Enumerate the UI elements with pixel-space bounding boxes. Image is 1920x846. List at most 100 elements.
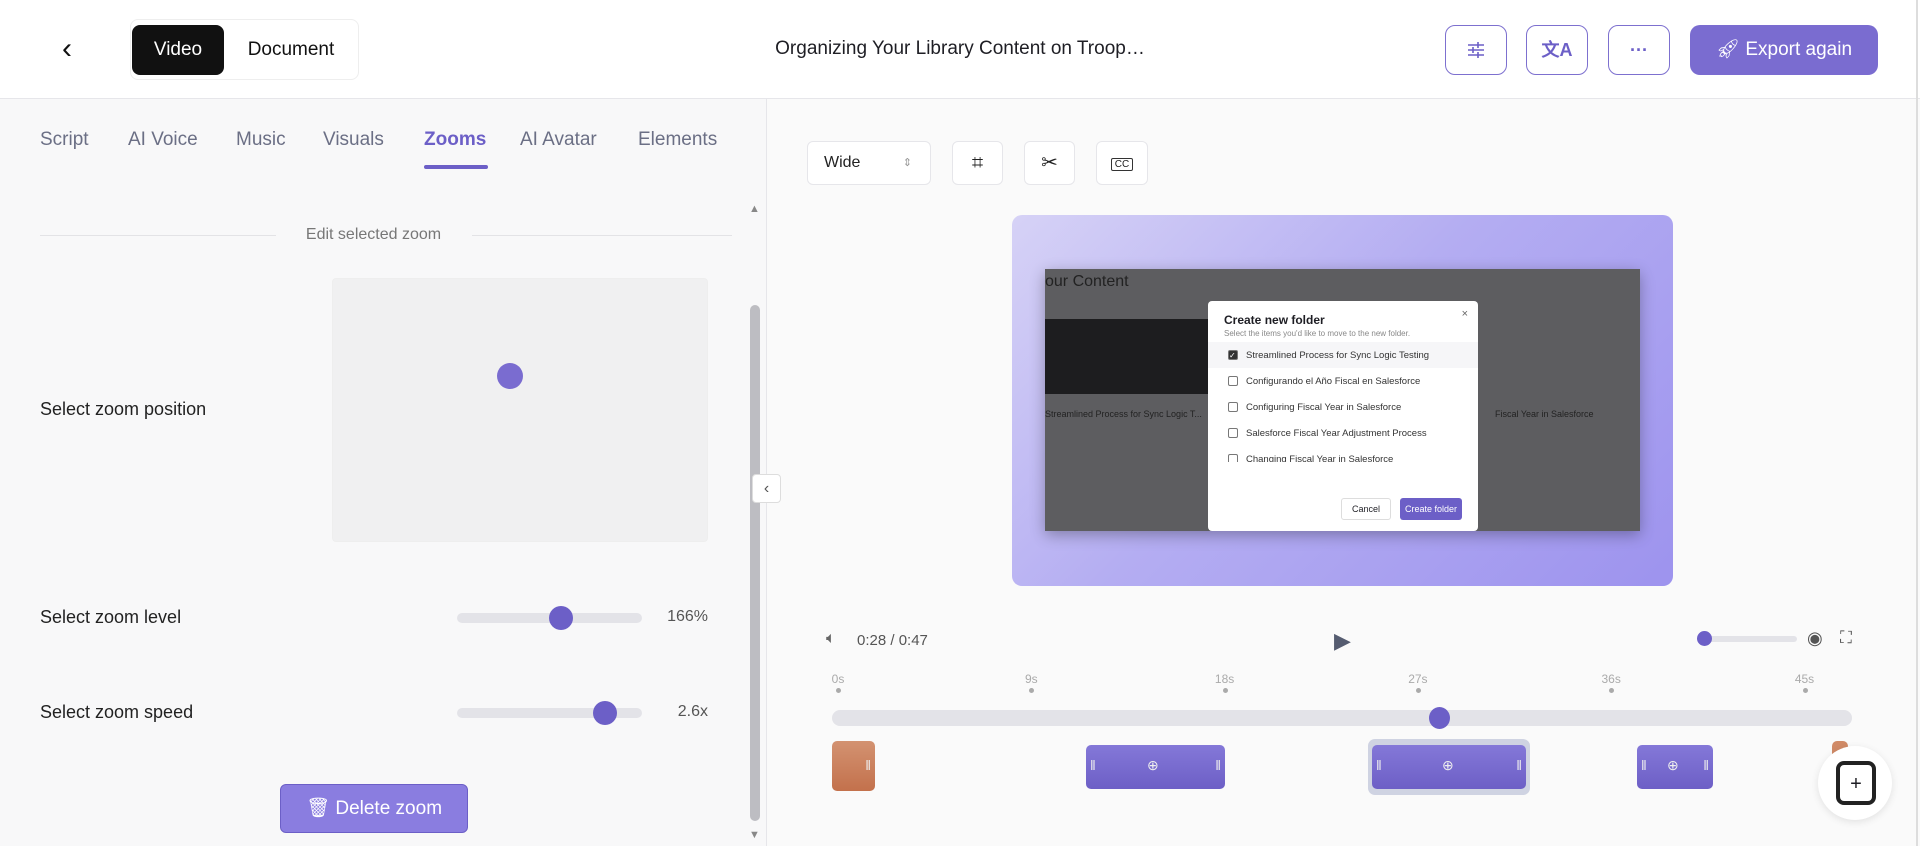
create-folder-dialog: Create new folder × Select the items you… bbox=[1208, 301, 1478, 531]
folder-item: Salesforce Fiscal Year Adjustment Proces… bbox=[1208, 420, 1478, 446]
intro-clip[interactable]: ‖ bbox=[832, 741, 875, 791]
add-button[interactable]: + bbox=[1818, 746, 1892, 820]
translate-icon: 文A bbox=[1541, 40, 1573, 60]
tick-label: 0s bbox=[831, 672, 845, 686]
scroll-up-arrow[interactable]: ▲ bbox=[749, 203, 760, 215]
section-title: Edit selected zoom bbox=[305, 226, 442, 243]
chevron-left-icon: ‹ bbox=[62, 32, 72, 65]
folder-item: Configuring Fiscal Year in Salesforce bbox=[1208, 394, 1478, 420]
zoom-speed-thumb[interactable] bbox=[593, 701, 617, 725]
sliders-icon bbox=[1468, 42, 1484, 58]
mode-document[interactable]: Document bbox=[225, 25, 357, 75]
tab-music[interactable]: Music bbox=[236, 129, 286, 151]
panel-scrollbar[interactable] bbox=[750, 305, 760, 821]
checkbox bbox=[1228, 454, 1238, 462]
translate-button[interactable]: 文A bbox=[1526, 25, 1588, 75]
chevron-left-icon: ‹ bbox=[763, 480, 770, 497]
timeline-scrubber[interactable] bbox=[832, 707, 1852, 729]
tick-mark bbox=[1029, 688, 1035, 693]
zoom-in-icon: ⊕ bbox=[1147, 757, 1159, 773]
folder-item: ✓ Streamlined Process for Sync Logic Test… bbox=[1208, 342, 1478, 368]
scroll-down-arrow[interactable]: ▼ bbox=[749, 829, 760, 841]
dialog-cancel: Cancel bbox=[1341, 498, 1391, 520]
tab-ai-avatar[interactable]: AI Avatar bbox=[520, 129, 597, 151]
zoom-position-picker[interactable] bbox=[332, 278, 708, 542]
zoom-in-icon: ⊕ bbox=[1667, 757, 1679, 773]
checkbox-checked: ✓ bbox=[1228, 350, 1238, 360]
divider bbox=[472, 235, 732, 236]
cut-button[interactable]: ✂ bbox=[1024, 141, 1075, 185]
zoom-level-slider[interactable] bbox=[457, 606, 642, 630]
zoom-level-label: Select zoom level bbox=[40, 607, 182, 627]
folder-item-list: ✓ Streamlined Process for Sync Logic Test… bbox=[1208, 342, 1478, 462]
tick-label: 9s bbox=[1024, 672, 1038, 686]
folder-item-label: Configurando el Año Fiscal en Salesforce bbox=[1246, 375, 1421, 387]
bg-card-title: Streamlined Process for Sync Logic T... bbox=[1045, 409, 1202, 419]
zoom-position-handle[interactable] bbox=[497, 363, 523, 389]
window-edge bbox=[1916, 0, 1918, 846]
playhead-thumb[interactable] bbox=[1429, 707, 1451, 729]
updown-icon: ⇕ bbox=[902, 157, 912, 169]
fullscreen-icon[interactable]: ⛶ bbox=[1840, 628, 1852, 648]
active-tab-indicator bbox=[424, 165, 488, 169]
checkbox bbox=[1228, 402, 1238, 412]
export-label: Export again bbox=[1745, 39, 1853, 60]
zoom-position-label: Select zoom position bbox=[40, 399, 207, 419]
tab-elements[interactable]: Elements bbox=[638, 129, 717, 151]
checkbox bbox=[1228, 376, 1238, 386]
folder-item-label: Configuring Fiscal Year in Salesforce bbox=[1246, 401, 1402, 413]
zoom-in-icon: ⊕ bbox=[1442, 757, 1454, 773]
play-icon: ▶ bbox=[1334, 628, 1351, 653]
volume-icon[interactable]: 🔈︎ bbox=[826, 630, 836, 648]
tab-script[interactable]: Script bbox=[40, 129, 89, 151]
zoom-level-thumb[interactable] bbox=[548, 606, 573, 630]
preview-zoom-thumb[interactable] bbox=[1697, 631, 1712, 646]
dialog-title: Create new folder bbox=[1224, 313, 1325, 327]
tick-label: 27s bbox=[1408, 672, 1428, 686]
project-title: Organizing Your Library Content on Troop… bbox=[775, 38, 1145, 59]
dialog-create: Create folder bbox=[1400, 498, 1462, 520]
crop-button[interactable]: ⌗ bbox=[952, 141, 1003, 185]
video-preview[interactable]: our Content Streamlined Process for Sync… bbox=[1012, 215, 1673, 586]
aspect-select[interactable]: Wide ⇕ bbox=[807, 141, 931, 185]
crop-icon: ⌗ bbox=[971, 152, 984, 174]
play-button[interactable]: ▶ bbox=[1334, 628, 1351, 654]
bg-card-title: Fiscal Year in Salesforce bbox=[1495, 409, 1594, 419]
collapse-panel-button[interactable]: ‹ bbox=[752, 474, 781, 503]
folder-item-label: Changing Fiscal Year in Salesforce bbox=[1246, 453, 1394, 463]
settings-button[interactable] bbox=[1445, 25, 1507, 75]
tick-mark bbox=[1609, 688, 1615, 693]
folder-item-label: Streamlined Process for Sync Logic Testi… bbox=[1246, 349, 1430, 361]
editor-panel: Script AI Voice Music Visuals Zooms AI A… bbox=[0, 99, 767, 846]
preview-frame: our Content Streamlined Process for Sync… bbox=[1045, 269, 1640, 531]
zoom-speed-slider[interactable] bbox=[457, 701, 642, 725]
more-button[interactable]: ··· bbox=[1608, 25, 1670, 75]
rocket-icon: 🚀︎ bbox=[1715, 39, 1746, 60]
export-again-button[interactable]: 🚀︎ Export again bbox=[1690, 25, 1878, 75]
scissors-icon: ✂ bbox=[1041, 152, 1058, 174]
aspect-value: Wide bbox=[824, 154, 861, 171]
zoom-clip-selected[interactable]: ‖ ⊕ ‖ bbox=[1372, 745, 1526, 789]
mode-video[interactable]: Video bbox=[132, 25, 224, 75]
tab-visuals[interactable]: Visuals bbox=[323, 129, 384, 151]
close-icon: × bbox=[1461, 308, 1468, 320]
tab-ai-voice[interactable]: AI Voice bbox=[128, 129, 198, 151]
checkbox bbox=[1228, 428, 1238, 438]
tab-zooms[interactable]: Zooms bbox=[424, 129, 486, 151]
captions-button[interactable]: CC bbox=[1096, 141, 1148, 185]
tick-label: 45s bbox=[1794, 672, 1815, 686]
tick-mark bbox=[1415, 688, 1421, 693]
folder-item: Changing Fiscal Year in Salesforce bbox=[1208, 446, 1478, 462]
more-icon: ··· bbox=[1630, 40, 1648, 60]
dialog-subtitle: Select the items you'd like to move to t… bbox=[1224, 329, 1411, 338]
zoom-clip[interactable]: ‖ ⊕ ‖ bbox=[1637, 745, 1713, 789]
zoom-clip[interactable]: ‖ ⊕ ‖ bbox=[1086, 745, 1225, 789]
delete-zoom-button[interactable]: 🗑︎ Delete zoom bbox=[280, 784, 468, 833]
preview-zoom-slider[interactable] bbox=[1697, 631, 1797, 646]
top-bar: ‹ Video Document Organizing Your Library… bbox=[0, 0, 1920, 99]
mode-toggle: Video Document bbox=[130, 19, 359, 80]
back-button[interactable]: ‹ bbox=[52, 34, 82, 66]
tick-mark bbox=[1222, 688, 1228, 693]
tick-label: 18s bbox=[1214, 672, 1235, 686]
eye-icon[interactable]: ◉ bbox=[1807, 628, 1823, 649]
